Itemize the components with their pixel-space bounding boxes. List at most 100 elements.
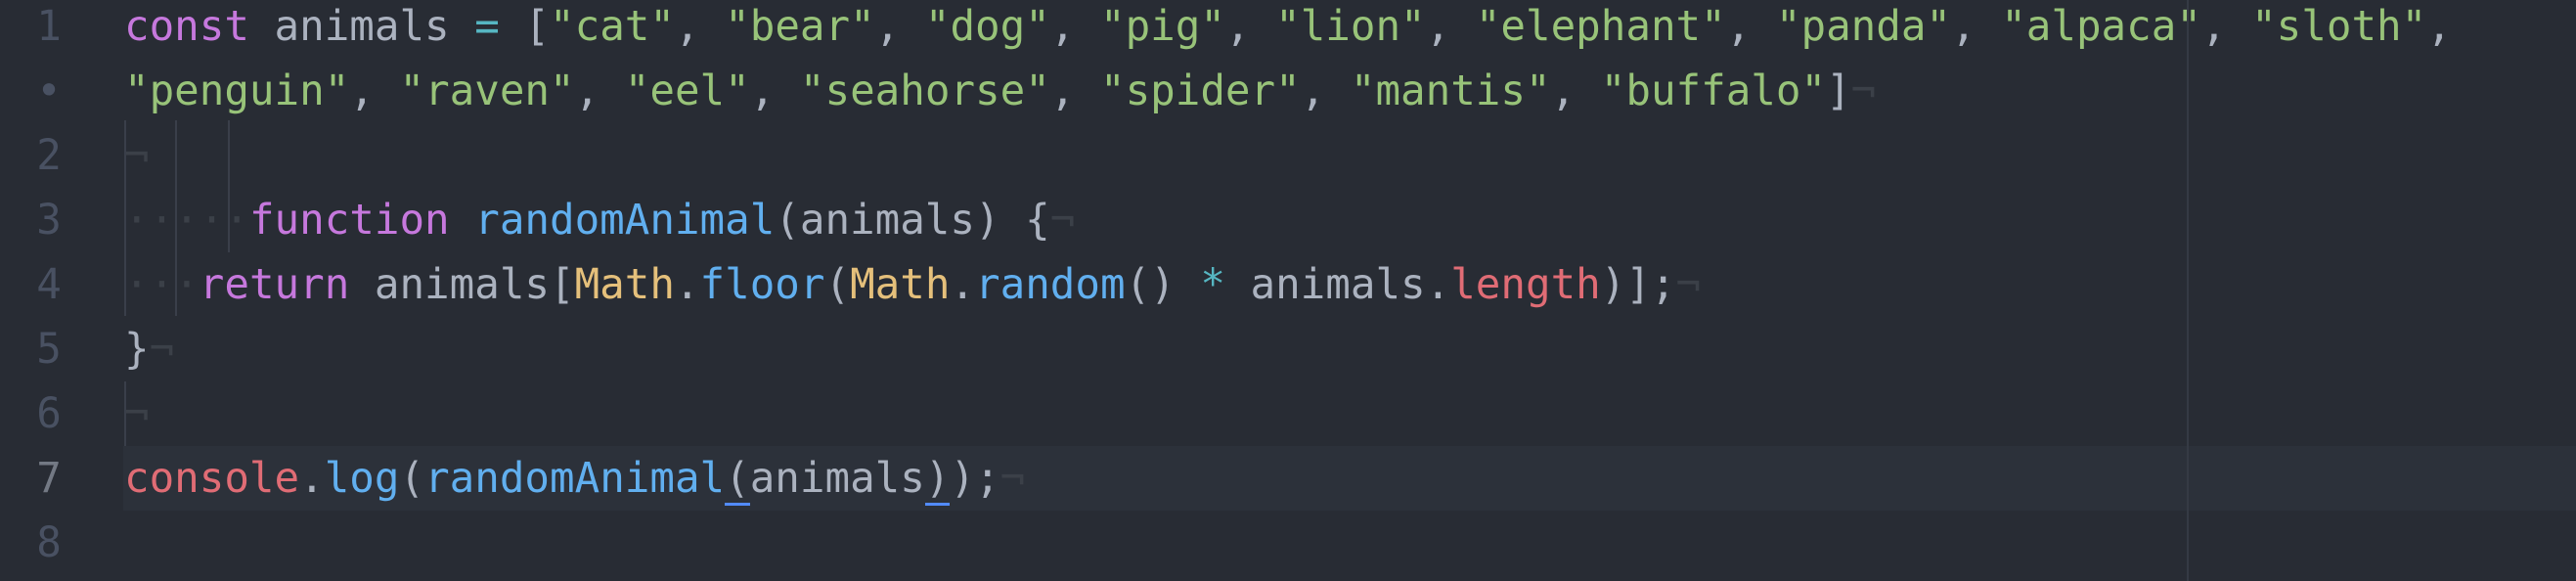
code-token: , xyxy=(1951,3,2002,51)
code-token: "raven" xyxy=(399,67,575,115)
code-line[interactable]: 8 xyxy=(0,512,2576,576)
code-token: , xyxy=(1425,3,1476,51)
code-line[interactable]: 5}¬ xyxy=(0,318,2576,382)
code-token: "sloth" xyxy=(2251,3,2427,51)
code-token: ); xyxy=(950,455,1000,503)
invisible-char: ¬ xyxy=(1850,67,1877,115)
code-token: floor xyxy=(699,261,825,309)
code-token: , xyxy=(749,67,800,115)
line-code: ·····function randomAnimal(animals) {¬ xyxy=(124,189,1075,253)
code-token: "pig" xyxy=(1099,3,1225,51)
invisible-char: ¬ xyxy=(124,390,150,438)
code-token: "dog" xyxy=(924,3,1050,51)
code-token: , xyxy=(874,3,925,51)
code-token: "eel" xyxy=(624,67,750,115)
code-token: , xyxy=(674,3,726,51)
code-token: . xyxy=(299,455,325,503)
line-code: }¬ xyxy=(124,318,174,382)
code-token: = xyxy=(474,3,500,51)
code-token: . xyxy=(950,261,976,309)
code-token: function xyxy=(248,197,450,245)
code-token: animals[ xyxy=(349,261,575,309)
code-token: random xyxy=(975,261,1126,309)
code-line[interactable]: 6 ¬ xyxy=(0,382,2576,447)
code-token: Math xyxy=(574,261,675,309)
code-token: . xyxy=(674,261,700,309)
code-token: } xyxy=(124,326,150,374)
line-code: console.log(randomAnimal(animals));¬ xyxy=(124,447,1025,512)
code-token: , xyxy=(1550,67,1601,115)
code-token: "elephant" xyxy=(1475,3,1726,51)
invisible-char: ··· xyxy=(124,261,200,309)
code-token: "seahorse" xyxy=(799,67,1050,115)
code-token: animals xyxy=(248,3,475,51)
code-token: "spider" xyxy=(1099,67,1301,115)
code-token: const xyxy=(124,3,249,51)
code-token: "cat" xyxy=(550,3,675,51)
code-token: return xyxy=(199,261,350,309)
code-token: , xyxy=(574,67,625,115)
line-number: 3 xyxy=(36,197,62,245)
code-line[interactable]: • "penguin", "raven", "eel", "seahorse", … xyxy=(0,60,2576,124)
code-token: , xyxy=(1224,3,1276,51)
line-code: ¬ xyxy=(124,382,150,447)
code-token: * xyxy=(1200,261,1225,309)
line-code: const animals = ["cat", "bear", "dog", "… xyxy=(124,0,2452,60)
code-token: "lion" xyxy=(1275,3,1426,51)
code-token: , xyxy=(1300,67,1351,115)
code-line[interactable]: 7 console.log(randomAnimal(animals));¬ xyxy=(0,447,2576,512)
code-token: "mantis" xyxy=(1350,67,1551,115)
code-token: , xyxy=(2426,3,2452,51)
code-token: )]; xyxy=(1600,261,1676,309)
line-code: ¬ xyxy=(124,124,150,189)
code-token: , xyxy=(1049,3,1100,51)
invisible-char: ¬ xyxy=(1675,261,1702,309)
line-number: 2 xyxy=(36,132,62,180)
code-token: ] xyxy=(1826,67,1851,115)
invisible-char: ¬ xyxy=(149,326,175,374)
code-line[interactable]: 4 ···return animals[Math.floor(Math.rando… xyxy=(0,253,2576,318)
line-number: 1 xyxy=(36,3,62,51)
invisible-char: ¬ xyxy=(1049,197,1076,245)
code-token: length xyxy=(1450,261,1601,309)
code-token: randomAnimal xyxy=(474,197,776,245)
code-line[interactable]: 2 ¬ xyxy=(0,124,2576,189)
code-token: , xyxy=(2200,3,2252,51)
invisible-char: ¬ xyxy=(999,455,1026,503)
line-code: "penguin", "raven", "eel", "seahorse", "… xyxy=(124,60,1876,124)
invisible-char: ¬ xyxy=(124,132,150,180)
line-number: 8 xyxy=(36,519,62,567)
code-line[interactable]: 3 ·····function randomAnimal(animals) {¬ xyxy=(0,189,2576,253)
matched-bracket: ) xyxy=(924,455,951,506)
line-number: 6 xyxy=(36,390,62,438)
matched-bracket: ( xyxy=(725,455,750,506)
code-token: "panda" xyxy=(1775,3,1952,51)
invisible-char: ····· xyxy=(124,197,249,245)
line-number: 5 xyxy=(36,326,62,374)
code-token: [ xyxy=(499,3,551,51)
line-number: 4 xyxy=(36,261,62,309)
code-line[interactable]: 1 const animals = ["cat", "bear", "dog", … xyxy=(0,0,2576,60)
code-token: log xyxy=(324,455,400,503)
code-token: randomAnimal xyxy=(424,455,726,503)
soft-wrap-indicator: • xyxy=(36,67,62,115)
code-token: Math xyxy=(850,261,951,309)
code-editor[interactable]: 1 const animals = ["cat", "bear", "dog", … xyxy=(0,0,2576,576)
code-token: animals. xyxy=(1224,261,1451,309)
code-token: "buffalo" xyxy=(1600,67,1827,115)
code-token: console xyxy=(124,455,300,503)
code-token: "penguin" xyxy=(124,67,350,115)
code-token: () xyxy=(1125,261,1201,309)
code-token: animals xyxy=(749,455,925,503)
line-number: 7 xyxy=(36,455,62,503)
code-token: ( xyxy=(824,261,851,309)
code-token: (animals) { xyxy=(775,197,1050,245)
code-token: "bear" xyxy=(725,3,875,51)
code-token: , xyxy=(1725,3,1776,51)
line-code: ···return animals[Math.floor(Math.random… xyxy=(124,253,1701,318)
code-token: , xyxy=(1049,67,1100,115)
code-token: ( xyxy=(399,455,425,503)
code-token: "alpaca" xyxy=(2001,3,2201,51)
code-token: , xyxy=(349,67,400,115)
